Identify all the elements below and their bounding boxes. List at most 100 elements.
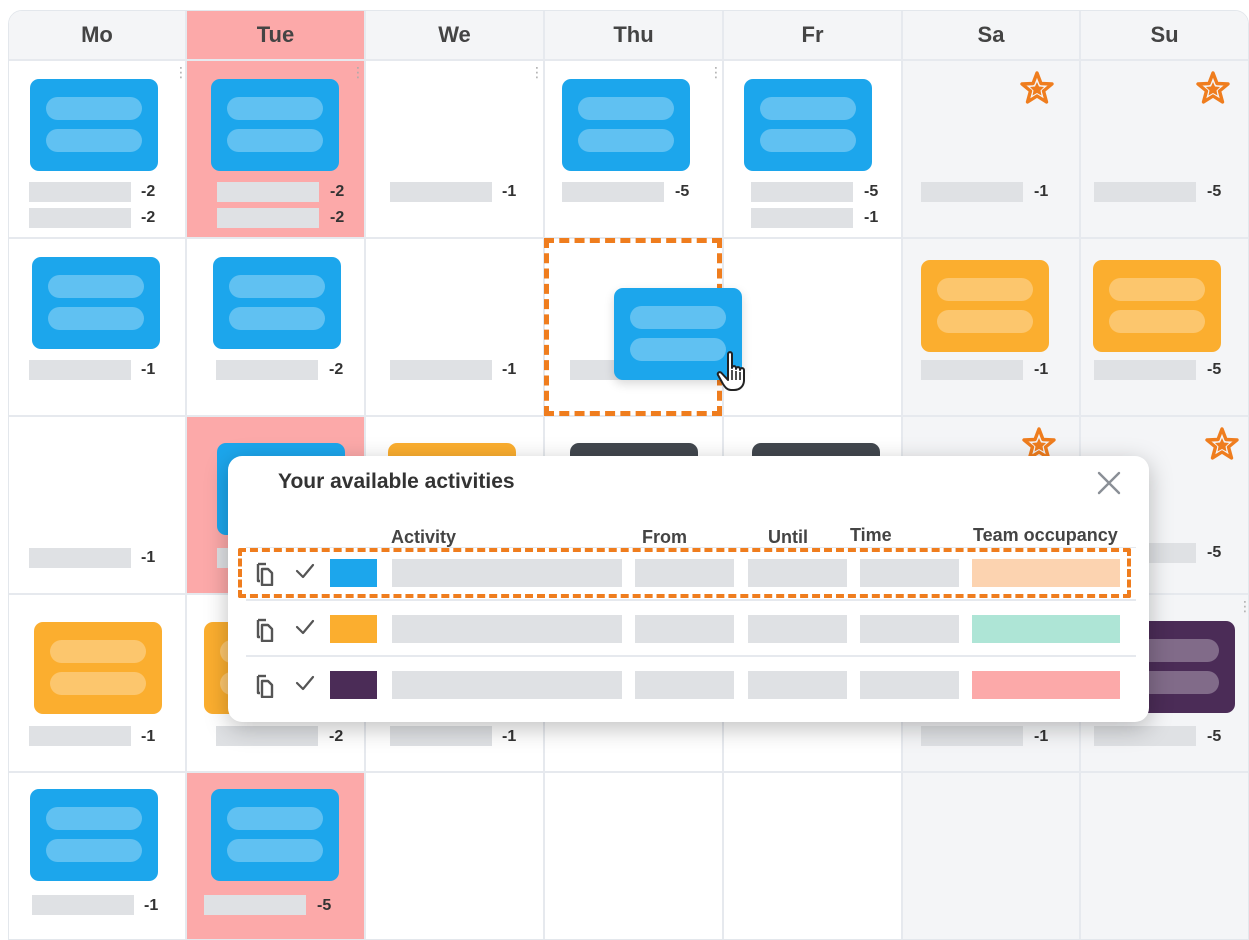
activity-card[interactable] <box>30 79 158 171</box>
count-label: -1 <box>1034 728 1049 745</box>
star-icon <box>1196 71 1230 105</box>
more-vertical-icon[interactable]: ⋮ <box>351 65 365 79</box>
check-icon[interactable] <box>295 619 315 635</box>
activity-color-swatch <box>330 615 377 643</box>
day-cell[interactable]: -1 <box>9 595 187 773</box>
count-label: -5 <box>864 183 879 200</box>
count-label: -2 <box>329 361 344 378</box>
until-cell <box>748 615 847 643</box>
count-label: -2 <box>141 183 156 200</box>
day-cell[interactable]: -1 <box>9 417 187 595</box>
activity-row[interactable] <box>246 657 1136 713</box>
copy-icon[interactable] <box>254 616 274 642</box>
hand-cursor-icon <box>716 351 745 391</box>
day-cell[interactable]: ⋮ -1 <box>366 61 545 239</box>
more-vertical-icon[interactable]: ⋮ <box>530 65 544 79</box>
activity-card[interactable] <box>34 622 162 714</box>
day-cell[interactable]: -5 <box>1081 61 1248 239</box>
day-cell[interactable] <box>1081 773 1248 939</box>
column-header-team-occupancy[interactable]: Team occupancy <box>973 525 1118 546</box>
day-cell[interactable]: -5 <box>187 773 366 939</box>
day-cell[interactable]: -1 <box>9 239 187 417</box>
count-label: -1 <box>864 209 879 226</box>
count-label: -5 <box>317 897 332 914</box>
activity-card[interactable] <box>744 79 872 171</box>
count-label: -2 <box>329 728 344 745</box>
dialog-title: Your available activities <box>278 470 515 493</box>
activity-card[interactable] <box>211 79 339 171</box>
day-header-su: Su <box>1081 11 1248 61</box>
count-label: -2 <box>330 209 345 226</box>
count-label: -5 <box>675 183 690 200</box>
count-label: -5 <box>1207 361 1222 378</box>
count-label: -5 <box>1207 183 1222 200</box>
day-cell[interactable]: -1 <box>366 239 545 417</box>
from-cell <box>635 671 734 699</box>
day-header-label: Mo <box>81 22 113 47</box>
count-label: -1 <box>141 728 156 745</box>
check-icon[interactable] <box>295 675 315 691</box>
day-header-label: Thu <box>613 22 654 47</box>
day-cell[interactable]: -1 <box>903 239 1081 417</box>
count-label: -1 <box>1034 361 1049 378</box>
count-label: -1 <box>502 728 517 745</box>
copy-icon[interactable] <box>254 672 274 698</box>
day-cell[interactable]: ⋮ -5 <box>545 61 724 239</box>
activity-card[interactable] <box>211 789 339 881</box>
count-label: -1 <box>141 361 156 378</box>
count-label: -5 <box>1207 728 1222 745</box>
day-header-tue: Tue <box>187 11 366 61</box>
count-label: -2 <box>141 209 156 226</box>
count-label: -5 <box>1207 544 1222 561</box>
count-label: -1 <box>144 897 159 914</box>
more-vertical-icon[interactable]: ⋮ <box>709 65 723 79</box>
more-vertical-icon[interactable]: ⋮ <box>1238 599 1248 613</box>
close-icon[interactable] <box>1096 470 1122 496</box>
day-header-mo: Mo <box>9 11 187 61</box>
count-label: -2 <box>330 183 345 200</box>
day-cell[interactable]: -5 -1 <box>724 61 903 239</box>
day-header-label: Sa <box>977 22 1005 47</box>
selected-row-highlight <box>238 548 1131 598</box>
count-label: -1 <box>502 183 517 200</box>
column-header-time[interactable]: Time <box>850 525 892 546</box>
activity-card[interactable] <box>1093 260 1221 352</box>
day-cell[interactable]: -5 <box>1081 239 1248 417</box>
day-cell[interactable] <box>724 773 903 939</box>
activity-cell <box>392 671 622 699</box>
count-label: -1 <box>502 361 517 378</box>
day-header-sa: Sa <box>903 11 1081 61</box>
day-header-fr: Fr <box>724 11 903 61</box>
count-label: -1 <box>141 549 156 566</box>
activity-card[interactable] <box>30 789 158 881</box>
count-label: -1 <box>1034 183 1049 200</box>
activity-card[interactable] <box>213 257 341 349</box>
activity-cell <box>392 615 622 643</box>
time-cell <box>860 671 959 699</box>
day-cell[interactable]: ⋮ -2 -2 <box>9 61 188 239</box>
team-occupancy-bar <box>972 671 1120 699</box>
day-cell[interactable] <box>366 773 545 939</box>
day-header-thu: Thu <box>545 11 724 61</box>
day-header-we: We <box>366 11 545 61</box>
from-cell <box>635 615 734 643</box>
day-cell[interactable]: -1 <box>903 61 1081 239</box>
more-vertical-icon[interactable]: ⋮ <box>174 65 188 79</box>
activity-card[interactable] <box>921 260 1049 352</box>
day-cell[interactable]: -2 <box>187 239 366 417</box>
day-cell[interactable]: -1 <box>9 773 187 939</box>
team-occupancy-bar <box>972 615 1120 643</box>
star-icon <box>1205 427 1239 461</box>
day-cell[interactable]: ⋮ -2 -2 <box>187 61 366 239</box>
day-cell[interactable] <box>903 773 1081 939</box>
day-cell[interactable] <box>545 773 724 939</box>
activity-card[interactable] <box>562 79 690 171</box>
star-icon <box>1020 71 1054 105</box>
day-header-label: Fr <box>801 22 824 47</box>
activity-card[interactable] <box>32 257 160 349</box>
activity-row[interactable] <box>246 601 1136 657</box>
day-header-label: Tue <box>256 22 295 47</box>
activity-color-swatch <box>330 671 377 699</box>
until-cell <box>748 671 847 699</box>
time-cell <box>860 615 959 643</box>
